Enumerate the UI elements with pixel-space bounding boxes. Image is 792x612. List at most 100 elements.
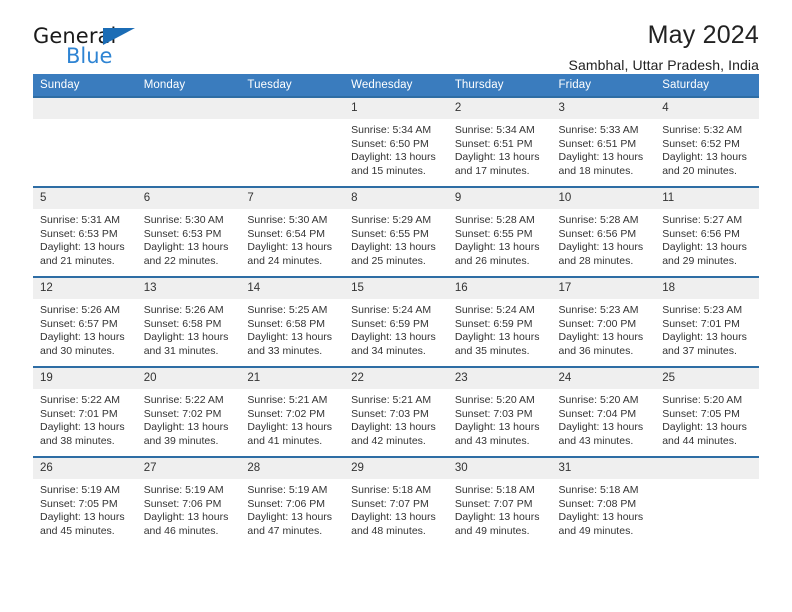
day-number: 28 (240, 458, 345, 479)
daylight-text-line1: Daylight: 13 hours (247, 421, 333, 434)
sunrise-text: Sunrise: 5:34 AM (351, 124, 432, 136)
daylight-text-line2: and 17 minutes. (454, 164, 530, 177)
day-number: 29 (344, 458, 448, 479)
daylight-text-line1: Daylight: 13 hours (662, 421, 747, 434)
daylight-text-line1: Daylight: 13 hours (558, 511, 644, 524)
day-number: 5 (33, 188, 137, 209)
day-details: Sunrise: 5:31 AM Sunset: 6:53 PM Daylight:… (33, 209, 137, 268)
calendar-day-cell[interactable]: 12 Sunrise: 5:26 AM Sunset: 6:57 PM Dayligh… (33, 276, 137, 367)
daylight-text-line2: and 41 minutes. (247, 434, 323, 447)
day-number: 21 (240, 368, 345, 389)
day-number: 24 (551, 368, 656, 389)
day-number: 1 (344, 98, 448, 119)
day-details: Sunrise: 5:22 AM Sunset: 7:02 PM Daylight:… (137, 389, 241, 448)
calendar-day-cell[interactable]: 28 Sunrise: 5:19 AM Sunset: 7:06 PM Dayligh… (240, 456, 345, 546)
sunrise-text: Sunrise: 5:22 AM (143, 394, 224, 406)
calendar-day-cell[interactable]: 11 Sunrise: 5:27 AM Sunset: 6:56 PM Dayligh… (655, 186, 759, 277)
daylight-text-line1: Daylight: 13 hours (454, 511, 540, 524)
calendar-day-cell[interactable]: 20 Sunrise: 5:22 AM Sunset: 7:02 PM Dayligh… (136, 366, 241, 457)
daylight-text-line2: and 49 minutes. (454, 524, 530, 537)
sunset-text: Sunset: 7:01 PM (662, 317, 740, 330)
calendar-day-cell[interactable]: 29 Sunrise: 5:18 AM Sunset: 7:07 PM Dayligh… (344, 456, 448, 546)
daylight-text-line1: Daylight: 13 hours (40, 241, 125, 254)
day-number: 27 (136, 458, 241, 479)
sunset-text: Sunset: 7:05 PM (662, 407, 740, 420)
daylight-text-line2: and 34 minutes. (351, 344, 426, 357)
daylight-text-line1: Daylight: 13 hours (351, 421, 436, 434)
sunset-text: Sunset: 6:55 PM (454, 227, 533, 240)
calendar-day-cell[interactable]: 27 Sunrise: 5:19 AM Sunset: 7:06 PM Dayligh… (136, 456, 241, 546)
calendar-day-cell[interactable]: 15 Sunrise: 5:24 AM Sunset: 6:59 PM Dayligh… (344, 276, 448, 367)
day-details: Sunrise: 5:30 AM Sunset: 6:53 PM Daylight:… (137, 209, 241, 268)
sunrise-text: Sunrise: 5:29 AM (351, 214, 432, 226)
sunset-text: Sunset: 7:06 PM (247, 497, 326, 510)
calendar-day-cell[interactable]: 9 Sunrise: 5:28 AM Sunset: 6:55 PM Daylight… (447, 186, 552, 277)
day-details: Sunrise: 5:23 AM Sunset: 7:00 PM Daylight:… (552, 299, 656, 358)
day-details: Sunrise: 5:20 AM Sunset: 7:03 PM Daylight:… (448, 389, 552, 448)
calendar-day-cell[interactable]: 22 Sunrise: 5:21 AM Sunset: 7:03 PM Dayligh… (344, 366, 448, 457)
daylight-text-line1: Daylight: 13 hours (558, 151, 644, 164)
day-number: 31 (551, 458, 656, 479)
daylight-text-line2: and 31 minutes. (143, 344, 219, 357)
calendar-day-cell[interactable]: 31 Sunrise: 5:18 AM Sunset: 7:08 PM Dayligh… (551, 456, 656, 546)
calendar-day-cell[interactable]: 14 Sunrise: 5:25 AM Sunset: 6:58 PM Dayligh… (240, 276, 345, 367)
day-number: 10 (551, 188, 656, 209)
calendar-day-cell[interactable]: 7 Sunrise: 5:30 AM Sunset: 6:54 PM Daylight… (240, 186, 345, 277)
calendar-day-cell[interactable]: 19 Sunrise: 5:22 AM Sunset: 7:01 PM Dayligh… (33, 366, 137, 457)
sunset-text: Sunset: 7:03 PM (454, 407, 533, 420)
sunset-text: Sunset: 7:02 PM (247, 407, 326, 420)
calendar-day-cell[interactable]: 18 Sunrise: 5:23 AM Sunset: 7:01 PM Dayligh… (655, 276, 759, 367)
day-number: 6 (136, 188, 241, 209)
calendar-day-cell[interactable]: 21 Sunrise: 5:21 AM Sunset: 7:02 PM Dayligh… (240, 366, 345, 457)
weekday-header-monday: Monday (136, 74, 241, 97)
calendar-day-cell[interactable]: 23 Sunrise: 5:20 AM Sunset: 7:03 PM Dayligh… (447, 366, 552, 457)
calendar-day-cell[interactable]: 4 Sunrise: 5:32 AM Sunset: 6:52 PM Daylight… (655, 96, 759, 187)
sunrise-text: Sunrise: 5:20 AM (662, 394, 743, 406)
day-details: Sunrise: 5:25 AM Sunset: 6:58 PM Daylight:… (240, 299, 344, 358)
calendar-week-row: 19 Sunrise: 5:22 AM Sunset: 7:01 PM Dayligh… (33, 366, 759, 457)
day-details: Sunrise: 5:28 AM Sunset: 6:55 PM Daylight:… (448, 209, 552, 268)
day-details: Sunrise: 5:23 AM Sunset: 7:01 PM Daylight:… (655, 299, 759, 358)
day-details: Sunrise: 5:34 AM Sunset: 6:50 PM Daylight:… (344, 119, 448, 178)
calendar-day-cell[interactable]: 17 Sunrise: 5:23 AM Sunset: 7:00 PM Dayligh… (551, 276, 656, 367)
daylight-text-line2: and 25 minutes. (351, 254, 426, 267)
daylight-text-line2: and 44 minutes. (662, 434, 737, 447)
daylight-text-line2: and 29 minutes. (662, 254, 737, 267)
day-number: 2 (447, 98, 552, 119)
calendar-day-cell[interactable]: 26 Sunrise: 5:19 AM Sunset: 7:05 PM Dayligh… (33, 456, 137, 546)
calendar-day-cell[interactable]: 8 Sunrise: 5:29 AM Sunset: 6:55 PM Daylight… (344, 186, 448, 277)
calendar-body: 1 Sunrise: 5:34 AM Sunset: 6:50 PM Daylight… (33, 96, 759, 546)
daylight-text-line2: and 37 minutes. (662, 344, 737, 357)
day-details: Sunrise: 5:29 AM Sunset: 6:55 PM Daylight:… (344, 209, 448, 268)
calendar-day-cell[interactable]: 16 Sunrise: 5:24 AM Sunset: 6:59 PM Dayligh… (447, 276, 552, 367)
calendar-day-cell[interactable]: 2 Sunrise: 5:34 AM Sunset: 6:51 PM Daylight… (447, 96, 552, 187)
sunset-text: Sunset: 6:50 PM (351, 137, 429, 150)
calendar-day-cell[interactable]: 1 Sunrise: 5:34 AM Sunset: 6:50 PM Daylight… (344, 96, 448, 187)
daylight-text-line1: Daylight: 13 hours (454, 421, 540, 434)
sunrise-text: Sunrise: 5:32 AM (662, 124, 743, 136)
daylight-text-line1: Daylight: 13 hours (143, 241, 229, 254)
sunset-text: Sunset: 6:59 PM (351, 317, 429, 330)
weekday-header-friday: Friday (551, 74, 656, 97)
day-details: Sunrise: 5:30 AM Sunset: 6:54 PM Daylight:… (240, 209, 344, 268)
calendar-day-cell[interactable]: 6 Sunrise: 5:30 AM Sunset: 6:53 PM Daylight… (136, 186, 241, 277)
sunrise-text: Sunrise: 5:22 AM (40, 394, 120, 406)
calendar-day-cell[interactable]: 24 Sunrise: 5:20 AM Sunset: 7:04 PM Dayligh… (551, 366, 656, 457)
sunset-text: Sunset: 6:56 PM (558, 227, 637, 240)
day-details: Sunrise: 5:19 AM Sunset: 7:06 PM Daylight:… (240, 479, 344, 538)
calendar-day-cell[interactable]: 3 Sunrise: 5:33 AM Sunset: 6:51 PM Daylight… (551, 96, 656, 187)
calendar-header-row: Sunday Monday Tuesday Wednesday Thursday Frid… (33, 74, 759, 97)
calendar-day-cell[interactable]: 5 Sunrise: 5:31 AM Sunset: 6:53 PM Daylight… (33, 186, 137, 277)
sunrise-text: Sunrise: 5:19 AM (247, 484, 328, 496)
day-details: Sunrise: 5:22 AM Sunset: 7:01 PM Daylight:… (33, 389, 137, 448)
calendar-day-cell[interactable]: 30 Sunrise: 5:18 AM Sunset: 7:07 PM Dayligh… (447, 456, 552, 546)
day-details: Sunrise: 5:27 AM Sunset: 6:56 PM Daylight:… (655, 209, 759, 268)
sunrise-text: Sunrise: 5:33 AM (558, 124, 639, 136)
calendar-day-cell[interactable]: 10 Sunrise: 5:28 AM Sunset: 6:56 PM Dayligh… (551, 186, 656, 277)
general-blue-logo[interactable]: General Blue (33, 26, 145, 72)
calendar-day-cell[interactable]: 25 Sunrise: 5:20 AM Sunset: 7:05 PM Dayligh… (655, 366, 759, 457)
page-subtitle: Sambhal, Uttar Pradesh, India (568, 57, 759, 74)
day-details: Sunrise: 5:34 AM Sunset: 6:51 PM Daylight:… (448, 119, 552, 178)
calendar-day-cell[interactable]: 13 Sunrise: 5:26 AM Sunset: 6:58 PM Dayligh… (136, 276, 241, 367)
sunset-text: Sunset: 6:51 PM (558, 137, 637, 150)
